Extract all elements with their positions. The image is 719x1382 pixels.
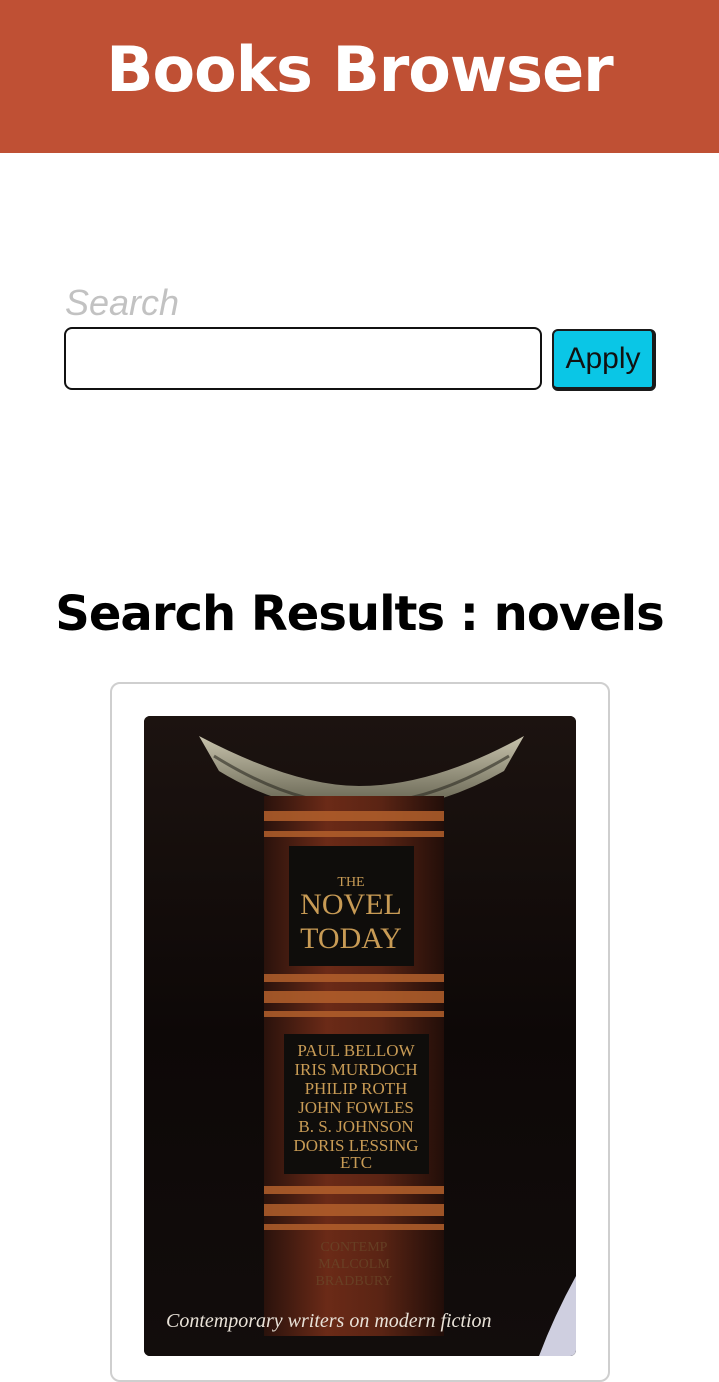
search-input[interactable] <box>64 327 542 390</box>
svg-text:PAUL BELLOW: PAUL BELLOW <box>297 1041 415 1060</box>
svg-text:NOVEL: NOVEL <box>300 888 402 921</box>
book-cover-tagline: Contemporary writers on modern fiction <box>166 1310 492 1332</box>
svg-text:B. S. JOHNSON: B. S. JOHNSON <box>298 1117 413 1136</box>
svg-text:PHILIP ROTH: PHILIP ROTH <box>305 1079 408 1098</box>
app-title: Books Browser <box>106 33 613 106</box>
svg-text:JOHN FOWLES: JOHN FOWLES <box>298 1098 414 1117</box>
app-header: Books Browser <box>0 0 719 153</box>
svg-text:MALCOLM: MALCOLM <box>318 1257 390 1272</box>
search-label: Search <box>65 282 180 323</box>
svg-text:ETC: ETC <box>340 1153 372 1172</box>
book-cover-art: THE NOVEL TODAY PAUL BELLOW IRIS MURDOCH… <box>144 716 576 1356</box>
results-heading: Search Results : novels <box>55 586 664 642</box>
svg-text:BRADBURY: BRADBURY <box>315 1274 392 1289</box>
svg-text:CONTEMP: CONTEMP <box>321 1240 388 1255</box>
book-cover-image[interactable]: THE NOVEL TODAY PAUL BELLOW IRIS MURDOCH… <box>144 716 576 1356</box>
svg-text:TODAY: TODAY <box>300 922 402 955</box>
apply-button[interactable]: Apply <box>552 329 656 391</box>
svg-text:IRIS MURDOCH: IRIS MURDOCH <box>294 1060 417 1079</box>
